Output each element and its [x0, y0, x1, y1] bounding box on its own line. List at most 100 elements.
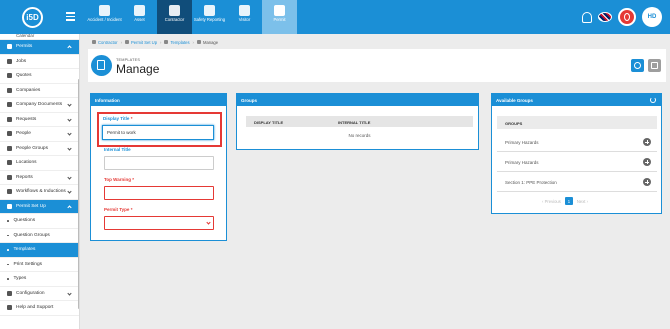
add-button[interactable]: [631, 59, 644, 72]
top-bar: i5D Accident / Incident Asset Contractor…: [0, 0, 670, 34]
add-group-icon[interactable]: [643, 138, 651, 146]
menu-toggle-icon[interactable]: [66, 12, 75, 21]
sidebar-item-reports[interactable]: Reports: [0, 171, 79, 185]
chevron-icon: [67, 204, 72, 210]
chevron-icon: [67, 116, 72, 122]
nav-accident-incident[interactable]: Accident / Incident: [87, 0, 122, 34]
bullet-icon: [7, 220, 9, 222]
menu-item-icon: [7, 58, 12, 64]
bullet-icon: [7, 278, 9, 280]
internal-title-input[interactable]: [104, 156, 214, 170]
permit-type-select[interactable]: [104, 216, 214, 230]
pagination: ‹ Previous 1 Next ›: [542, 197, 588, 205]
nav-safety-reporting[interactable]: Safety Reporting: [192, 0, 227, 34]
permit-type-label: Permit Type *: [104, 207, 133, 212]
sidebar-item-requests[interactable]: Requests: [0, 113, 79, 127]
add-group-icon[interactable]: [643, 158, 651, 166]
sidebar-item-label: Quotes: [16, 73, 32, 79]
contractor-icon: [169, 5, 180, 16]
permit-icon: [274, 5, 285, 16]
sidebar-item-types[interactable]: Types: [0, 272, 79, 287]
groups-panel-title: Groups: [237, 94, 478, 106]
nav-permit[interactable]: Permit: [262, 0, 297, 34]
chevron-down-icon: [206, 220, 211, 225]
menu-item-icon: [7, 87, 12, 93]
emergency-drop-icon: [624, 13, 630, 21]
emergency-button[interactable]: [618, 8, 636, 26]
sidebar-scrollbar[interactable]: [78, 79, 79, 309]
sidebar-item-label: Jobs: [16, 58, 27, 64]
breadcrumb-manage: Manage: [202, 39, 219, 45]
display-title-label: Display Title *: [103, 116, 133, 121]
sidebar-item-questions[interactable]: Questions: [0, 214, 79, 229]
user-avatar[interactable]: HD: [642, 7, 662, 27]
sidebar-item-print-settings[interactable]: Print Settings: [0, 258, 79, 272]
sidebar-item-permit-set-up[interactable]: Permit Set Up: [0, 199, 79, 214]
breadcrumb-separator: ›: [160, 39, 162, 45]
sidebar-item-permits[interactable]: Permits: [0, 40, 79, 55]
bullet-icon: [7, 249, 9, 251]
internal-title-label: Internal Title: [104, 147, 131, 152]
sidebar-item-question-groups[interactable]: Question Groups: [0, 229, 79, 243]
refresh-icon[interactable]: [650, 97, 656, 103]
pager-previous[interactable]: ‹ Previous: [542, 199, 561, 204]
sidebar-item-companies[interactable]: Companies: [0, 84, 79, 98]
sidebar-item-label: Reports: [16, 174, 33, 180]
edit-icon: [196, 40, 201, 44]
list-item: Primary Hazards: [497, 132, 657, 152]
home-icon: [92, 40, 96, 44]
chevron-icon: [67, 145, 72, 151]
chevron-icon: [67, 131, 72, 136]
sidebar-item-label: Requests: [16, 116, 37, 122]
sidebar-item-people-groups[interactable]: People Groups: [0, 142, 79, 156]
notification-bell-icon[interactable]: [582, 11, 592, 23]
sidebar-item-configuration[interactable]: Configuration: [0, 287, 79, 301]
sidebar-item-label: People: [16, 131, 31, 137]
sidebar-item-templates[interactable]: Templates: [0, 243, 79, 258]
breadcrumb-contractor[interactable]: Contractor: [98, 40, 118, 45]
groups-empty-text: No records: [348, 133, 371, 138]
uk-flag-icon[interactable]: [598, 12, 612, 22]
sidebar-item-company-documents[interactable]: Company Documents: [0, 98, 79, 113]
bullet-icon: [7, 263, 9, 265]
i5d-logo[interactable]: i5D: [22, 7, 43, 28]
sidebar-item-label: Questions: [13, 218, 36, 224]
sidebar-item-label: People Groups: [16, 145, 48, 151]
pager-page-1[interactable]: 1: [564, 197, 573, 205]
chevron-icon: [67, 174, 72, 180]
add-group-icon[interactable]: [643, 178, 651, 186]
chevron-icon: [67, 102, 72, 107]
module-nav: Accident / Incident Asset Contractor Saf…: [87, 0, 297, 34]
menu-item-icon: [7, 290, 12, 296]
save-button[interactable]: [648, 59, 661, 72]
breadcrumb-separator: ›: [120, 39, 122, 45]
menu-item-icon: [7, 145, 12, 151]
sidebar-item-help-and-support[interactable]: Help and Support: [0, 301, 79, 316]
display-title-input[interactable]: Permit to work: [102, 125, 214, 140]
menu-item-icon: [7, 189, 12, 195]
column-display-title: DISPLAY TITLE: [254, 120, 284, 125]
sidebar-item-quotes[interactable]: Quotes: [0, 69, 79, 84]
chevron-icon: [67, 189, 72, 194]
nav-contractor[interactable]: Contractor: [157, 0, 192, 34]
nav-asset[interactable]: Asset: [122, 0, 157, 34]
list-item: Section 1: PPE Protection: [497, 172, 657, 192]
breadcrumb-templates[interactable]: Templates: [170, 40, 189, 45]
menu-item-icon: [7, 73, 12, 79]
breadcrumb-permit-set-up[interactable]: Permit Set Up: [131, 40, 157, 45]
bullet-icon: [7, 234, 9, 236]
asset-icon: [134, 5, 145, 16]
nav-visitor[interactable]: Visitor: [227, 0, 262, 34]
sidebar-item-workflows-inductions[interactable]: Workflows & Inductions: [0, 185, 79, 200]
sidebar-menu: Permits Jobs Quotes Companies Company Docume…: [0, 40, 79, 316]
menu-item-icon: [7, 160, 12, 166]
sidebar-item-people[interactable]: People: [0, 127, 79, 142]
sidebar-item-locations[interactable]: Locations: [0, 156, 79, 171]
column-internal-title: INTERNAL TITLE: [338, 120, 371, 125]
available-groups-panel: Available Groups GROUPS Primary Hazards …: [491, 93, 662, 214]
menu-item-icon: [7, 305, 12, 311]
top-warning-input[interactable]: [104, 186, 214, 200]
pager-next[interactable]: Next ›: [577, 199, 588, 204]
templates-icon: [164, 40, 169, 44]
sidebar-item-jobs[interactable]: Jobs: [0, 55, 79, 69]
